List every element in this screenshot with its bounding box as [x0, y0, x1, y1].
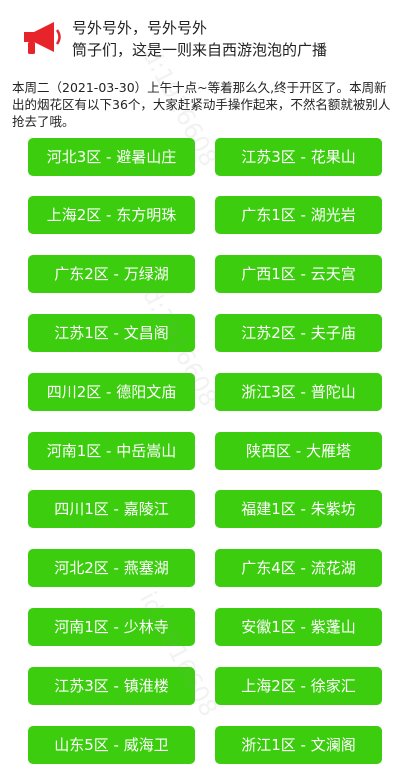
region-button[interactable]: 山东5区 - 威海卫 [28, 726, 195, 764]
region-button[interactable]: 四川2区 - 德阳文庙 [28, 373, 195, 411]
region-button[interactable]: 江苏3区 - 镇淮楼 [28, 667, 195, 705]
region-button[interactable]: 河北2区 - 燕塞湖 [28, 549, 195, 587]
region-button[interactable]: 浙江3区 - 普陀山 [215, 373, 382, 411]
region-button[interactable]: 陕西区 - 大雁塔 [215, 432, 382, 470]
region-button[interactable]: 江苏3区 - 花果山 [215, 138, 382, 176]
region-button[interactable]: 上海2区 - 徐家汇 [215, 667, 382, 705]
region-button[interactable]: 河南1区 - 中岳嵩山 [28, 432, 195, 470]
region-button[interactable]: 广东2区 - 万绿湖 [28, 255, 195, 293]
region-button[interactable]: 上海2区 - 东方明珠 [28, 196, 195, 234]
region-button[interactable]: 福建1区 - 朱紫坊 [215, 490, 382, 528]
region-button[interactable]: 广西1区 - 云天宫 [215, 255, 382, 293]
region-button[interactable]: 河南1区 - 少林寺 [28, 608, 195, 646]
region-button[interactable]: 安徽1区 - 紫蓬山 [215, 608, 382, 646]
region-button[interactable]: 江苏2区 - 夫子庙 [215, 314, 382, 352]
region-button[interactable]: 河北3区 - 避暑山庄 [28, 138, 195, 176]
region-button-grid: 河北3区 - 避暑山庄 江苏3区 - 花果山 上海2区 - 东方明珠 广东1区 … [0, 0, 407, 768]
region-button[interactable]: 广东4区 - 流花湖 [215, 549, 382, 587]
region-button[interactable]: 江苏1区 - 文昌阁 [28, 314, 195, 352]
region-button[interactable]: 四川1区 - 嘉陵江 [28, 490, 195, 528]
region-button[interactable]: 广东1区 - 湖光岩 [215, 196, 382, 234]
region-button[interactable]: 浙江1区 - 文澜阁 [215, 726, 382, 764]
